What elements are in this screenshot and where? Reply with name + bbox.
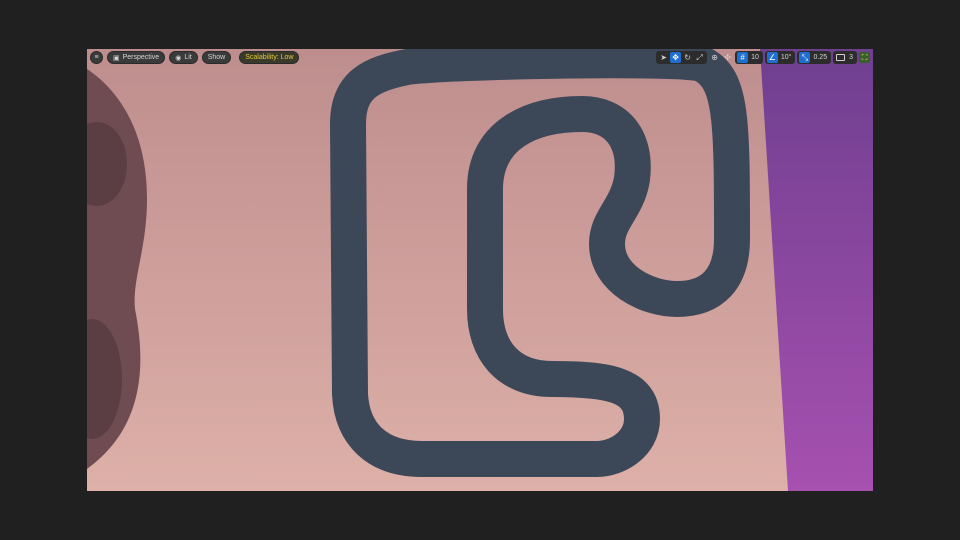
surface-snap-icon[interactable]: ✣ xyxy=(722,52,733,63)
show-label: Show xyxy=(207,54,226,61)
grid-snap-icon[interactable]: # xyxy=(737,52,749,63)
maximize-icon[interactable]: ⛶ xyxy=(859,52,870,63)
scale-icon[interactable]: ⤢ xyxy=(694,52,705,63)
viewport-menu-button[interactable]: ≡ xyxy=(90,51,103,64)
camera-speed-group[interactable]: 3 xyxy=(833,51,857,64)
camera-speed-value[interactable]: 3 xyxy=(847,54,855,61)
scalability-label: Scalability: Low xyxy=(245,54,294,61)
grid-snap-value[interactable]: 10 xyxy=(749,54,761,61)
scale-snap-icon[interactable]: ⤡ xyxy=(799,52,811,63)
perspective-label: Perspective xyxy=(122,54,160,61)
lit-button[interactable]: ◉ Lit xyxy=(169,51,198,64)
translate-icon[interactable]: ✥ xyxy=(670,52,682,63)
rotation-snap-group[interactable]: ∠ 10° xyxy=(764,51,796,64)
scale-snap-value[interactable]: 0.25 xyxy=(811,54,829,61)
rotation-snap-icon[interactable]: ∠ xyxy=(766,52,778,63)
select-icon[interactable]: ➤ xyxy=(658,52,669,63)
grid-snap-group[interactable]: # 10 xyxy=(735,51,763,64)
perspective-button[interactable]: ▣ Perspective xyxy=(107,51,166,64)
scalability-button[interactable]: Scalability: Low xyxy=(239,51,300,64)
scale-snap-group[interactable]: ⤡ 0.25 xyxy=(797,51,832,64)
viewport-left-toolbar: ≡ ▣ Perspective ◉ Lit Show Scalability: … xyxy=(90,51,300,64)
lit-label: Lit xyxy=(184,54,192,61)
world-local-icon[interactable]: ⊕ xyxy=(709,52,720,63)
show-button[interactable]: Show xyxy=(201,51,232,64)
transform-mode-group: ➤ ✥ ↻ ⤢ xyxy=(656,51,708,64)
level-viewport[interactable]: ≡ ▣ Perspective ◉ Lit Show Scalability: … xyxy=(87,49,873,491)
hamburger-menu-icon: ≡ xyxy=(94,54,99,61)
camera-speed-icon[interactable] xyxy=(835,52,846,63)
viewport-right-toolbar: ➤ ✥ ↻ ⤢ ⊕ ✣ # 10 ∠ 10° ⤡ 0.25 3 ⛶ xyxy=(656,51,870,64)
perspective-icon: ▣ xyxy=(113,54,120,62)
rotation-snap-value[interactable]: 10° xyxy=(779,54,794,61)
scene-render xyxy=(87,49,873,491)
lit-icon: ◉ xyxy=(175,54,182,62)
rotate-icon[interactable]: ↻ xyxy=(682,52,693,63)
